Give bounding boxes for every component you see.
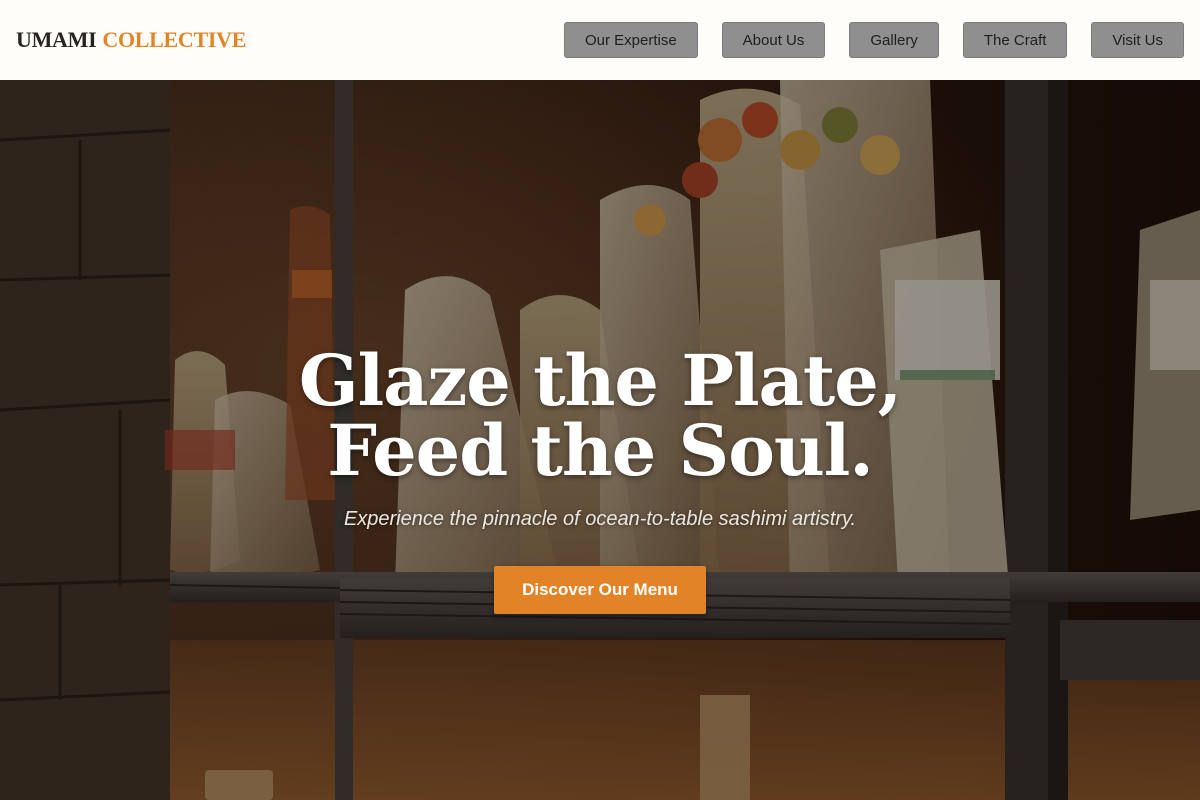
brand-logo[interactable]: UMAMI COLLECTIVE [16, 27, 246, 53]
hero-subheadline: Experience the pinnacle of ocean-to-tabl… [343, 508, 857, 530]
nav-gallery-button[interactable]: Gallery [849, 22, 939, 58]
hero-section: Glaze the Plate, Feed the Soul. Experien… [0, 80, 1200, 800]
nav-about-us-button[interactable]: About Us [721, 22, 826, 58]
discover-menu-button[interactable]: Discover Our Menu [494, 566, 706, 614]
nav-the-craft-button[interactable]: The Craft [962, 22, 1068, 58]
brand-word-collective: COLLECTIVE [102, 27, 247, 52]
brand-word-umami: UMAMI [16, 27, 97, 52]
hero-content: Glaze the Plate, Feed the Soul. Experien… [0, 80, 1200, 800]
main-nav: Our Expertise About Us Gallery The Craft… [563, 22, 1184, 58]
hero-headline: Glaze the Plate, Feed the Soul. [0, 346, 1200, 486]
nav-our-expertise-button[interactable]: Our Expertise [563, 22, 698, 58]
nav-visit-us-button[interactable]: Visit Us [1091, 22, 1184, 58]
hero-headline-line-2: Feed the Soul. [327, 409, 874, 492]
hero-headline-line-1: Glaze the Plate, [298, 339, 902, 422]
site-header: UMAMI COLLECTIVE Our Expertise About Us … [0, 0, 1200, 80]
